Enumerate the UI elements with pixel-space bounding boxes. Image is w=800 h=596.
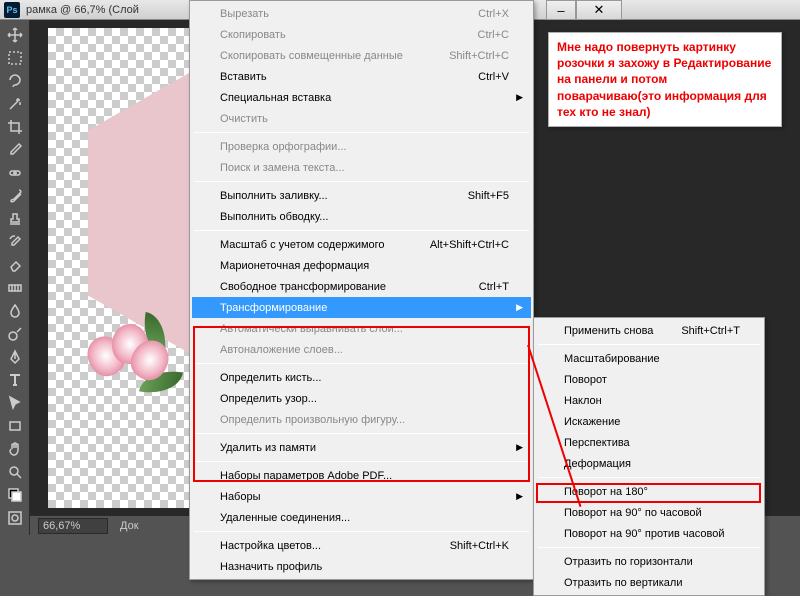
move-tool-icon[interactable] xyxy=(3,24,27,46)
menu-paste-special[interactable]: Специальная вставка▶ xyxy=(192,87,531,108)
menu-purge[interactable]: Удалить из памяти▶ xyxy=(192,437,531,458)
menu-fill[interactable]: Выполнить заливку...Shift+F5 xyxy=(192,185,531,206)
menu-puppet-warp[interactable]: Марионеточная деформация xyxy=(192,255,531,276)
menu-copy[interactable]: СкопироватьCtrl+C xyxy=(192,24,531,45)
edit-menu: ВырезатьCtrl+X СкопироватьCtrl+C Скопиро… xyxy=(189,0,534,580)
pen-tool-icon[interactable] xyxy=(3,346,27,368)
hand-tool-icon[interactable] xyxy=(3,438,27,460)
menu-transform[interactable]: Трансформирование▶ xyxy=(192,297,531,318)
submenu-flip-vertical[interactable]: Отразить по вертикали xyxy=(536,572,762,593)
menu-free-transform[interactable]: Свободное трансформированиеCtrl+T xyxy=(192,276,531,297)
menu-cut[interactable]: ВырезатьCtrl+X xyxy=(192,3,531,24)
annotation-note: Мне надо повернуть картинку розочки я за… xyxy=(548,32,782,127)
submenu-scale[interactable]: Масштабирование xyxy=(536,348,762,369)
menu-pdf-presets[interactable]: Наборы параметров Adobe PDF... xyxy=(192,465,531,486)
menu-remote[interactable]: Удаленные соединения... xyxy=(192,507,531,528)
minimize-button[interactable]: – xyxy=(546,0,576,20)
submenu-perspective[interactable]: Перспектива xyxy=(536,432,762,453)
eraser-tool-icon[interactable] xyxy=(3,254,27,276)
submenu-warp[interactable]: Деформация xyxy=(536,453,762,474)
window-controls: – ✕ xyxy=(546,0,622,20)
menu-stroke[interactable]: Выполнить обводку... xyxy=(192,206,531,227)
status-doc-label: Док xyxy=(120,520,139,532)
photoshop-app-icon: Ps xyxy=(4,2,20,18)
menu-copy-merged[interactable]: Скопировать совмещенные данныеShift+Ctrl… xyxy=(192,45,531,66)
submenu-distort[interactable]: Искажение xyxy=(536,411,762,432)
menu-color-settings[interactable]: Настройка цветов...Shift+Ctrl+K xyxy=(192,535,531,556)
submenu-skew[interactable]: Наклон xyxy=(536,390,762,411)
submenu-rotate[interactable]: Поворот xyxy=(536,369,762,390)
lasso-tool-icon[interactable] xyxy=(3,70,27,92)
menu-content-aware-scale[interactable]: Масштаб с учетом содержимогоAlt+Shift+Ct… xyxy=(192,234,531,255)
menu-auto-blend[interactable]: Автоналожение слоев... xyxy=(192,339,531,360)
blur-tool-icon[interactable] xyxy=(3,300,27,322)
menu-paste[interactable]: ВставитьCtrl+V xyxy=(192,66,531,87)
history-brush-tool-icon[interactable] xyxy=(3,231,27,253)
quickmask-icon[interactable] xyxy=(3,507,27,529)
close-button[interactable]: ✕ xyxy=(576,0,622,20)
menu-define-pattern[interactable]: Определить узор... xyxy=(192,388,531,409)
submenu-rotate-180[interactable]: Поворот на 180° xyxy=(536,481,762,502)
menu-assign-profile[interactable]: Назначить профиль xyxy=(192,556,531,577)
menu-auto-align[interactable]: Автоматически выравнивать слои... xyxy=(192,318,531,339)
menu-define-shape[interactable]: Определить произвольную фигуру... xyxy=(192,409,531,430)
submenu-again[interactable]: Применить сноваShift+Ctrl+T xyxy=(536,320,762,341)
crop-tool-icon[interactable] xyxy=(3,116,27,138)
color-swatch-icon[interactable] xyxy=(3,484,27,506)
zoom-tool-icon[interactable] xyxy=(3,461,27,483)
wand-tool-icon[interactable] xyxy=(3,93,27,115)
stamp-tool-icon[interactable] xyxy=(3,208,27,230)
submenu-rotate-90cw[interactable]: Поворот на 90° по часовой xyxy=(536,502,762,523)
transform-submenu: Применить сноваShift+Ctrl+T Масштабирова… xyxy=(533,317,765,596)
eyedropper-tool-icon[interactable] xyxy=(3,139,27,161)
path-select-tool-icon[interactable] xyxy=(3,392,27,414)
brush-tool-icon[interactable] xyxy=(3,185,27,207)
healing-tool-icon[interactable] xyxy=(3,162,27,184)
menu-clear[interactable]: Очистить xyxy=(192,108,531,129)
menu-define-brush[interactable]: Определить кисть... xyxy=(192,367,531,388)
tools-panel xyxy=(0,20,30,535)
marquee-tool-icon[interactable] xyxy=(3,47,27,69)
document-title: рамка @ 66,7% (Слой xyxy=(26,4,139,16)
dodge-tool-icon[interactable] xyxy=(3,323,27,345)
menu-find[interactable]: Поиск и замена текста... xyxy=(192,157,531,178)
gradient-tool-icon[interactable] xyxy=(3,277,27,299)
rose-image xyxy=(78,318,178,408)
rectangle-tool-icon[interactable] xyxy=(3,415,27,437)
type-tool-icon[interactable] xyxy=(3,369,27,391)
zoom-level[interactable]: 66,67% xyxy=(38,518,108,534)
menu-spelling[interactable]: Проверка орфографии... xyxy=(192,136,531,157)
submenu-rotate-90ccw[interactable]: Поворот на 90° против часовой xyxy=(536,523,762,544)
menu-presets[interactable]: Наборы▶ xyxy=(192,486,531,507)
submenu-flip-horizontal[interactable]: Отразить по горизонтали xyxy=(536,551,762,572)
